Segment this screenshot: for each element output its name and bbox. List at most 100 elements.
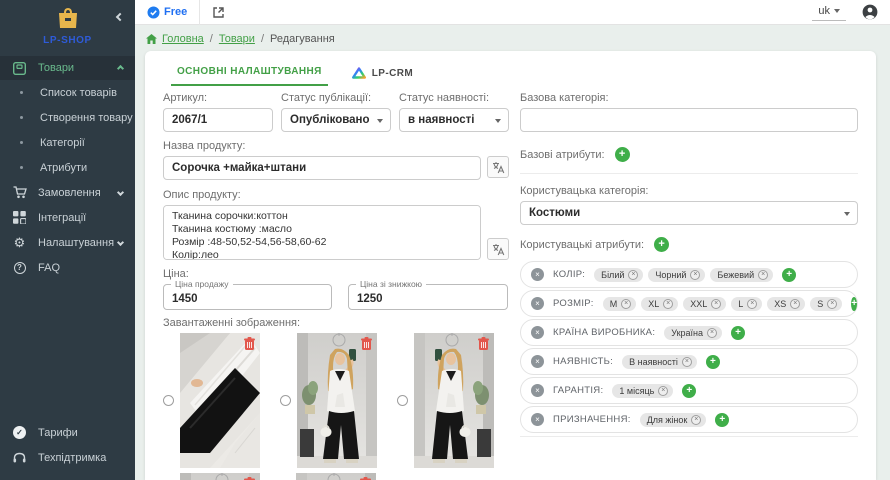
remove-attribute-button[interactable]: × <box>531 326 544 339</box>
translate-name-button[interactable] <box>487 156 509 178</box>
attribute-chip: Для жінок× <box>640 413 707 427</box>
add-value-button[interactable]: + <box>715 413 729 427</box>
sidebar-item-settings[interactable]: ⚙ Налаштування <box>0 230 135 255</box>
sidebar-item-attributes[interactable]: Атрибути <box>0 155 135 180</box>
person-icon <box>862 4 878 20</box>
plan-badge[interactable]: Free <box>147 6 187 19</box>
chip-remove-icon[interactable]: × <box>658 386 668 396</box>
attribute-row-availability: × НАЯВНІСТЬ: В наявності× + <box>520 348 858 375</box>
sidebar-item-product-list[interactable]: Список товарів <box>0 80 135 105</box>
main-image-radio[interactable] <box>280 395 291 406</box>
tab-lp-crm[interactable]: LP-CRM <box>346 62 419 86</box>
remove-attribute-button[interactable]: × <box>531 413 544 426</box>
sidebar-item-label: Категорії <box>40 137 85 149</box>
sidebar-item-categories[interactable]: Категорії <box>0 130 135 155</box>
price-section: Ціна: Ціна продажу Ціна зі знижкою <box>163 268 509 310</box>
breadcrumb-home-link[interactable]: Головна <box>162 33 204 45</box>
publish-status-select[interactable]: Опубліковано <box>281 108 391 132</box>
product-photo <box>180 333 260 468</box>
chip-remove-icon[interactable]: × <box>758 270 768 280</box>
product-name-input[interactable] <box>163 156 481 180</box>
attribute-name: РОЗМІР: <box>553 298 594 309</box>
attribute-chip: XL× <box>641 297 678 311</box>
images-section: Завантаженні зображення: <box>163 317 509 480</box>
translate-icon <box>492 243 505 256</box>
open-shop-button[interactable] <box>212 6 225 19</box>
chip-remove-icon[interactable]: × <box>790 299 800 309</box>
custom-attributes-row: Користувацькі атрибути: + <box>520 237 858 252</box>
sidebar-item-product-create[interactable]: Створення товару <box>0 105 135 130</box>
attribute-row-color: × КОЛІР: Білий× Чорний× Бежевий× + <box>520 261 858 288</box>
add-value-button[interactable]: + <box>851 297 857 311</box>
sidebar-item-label: Техпідтримка <box>38 452 123 464</box>
products-box-icon <box>12 62 27 75</box>
product-image-fullbody[interactable] <box>414 333 494 468</box>
chip-remove-icon[interactable]: × <box>682 357 692 367</box>
attribute-name: ГАРАНТІЯ: <box>553 385 603 396</box>
chevron-down-icon <box>377 119 383 123</box>
add-value-button[interactable]: + <box>706 355 720 369</box>
attribute-chip: XS× <box>767 297 805 311</box>
add-custom-attribute-button[interactable]: + <box>654 237 669 252</box>
description-textarea[interactable]: Тканина сорочки:коттон Тканина костюму :… <box>163 205 481 260</box>
remove-attribute-button[interactable]: × <box>531 297 544 310</box>
add-base-attribute-button[interactable]: + <box>615 147 630 162</box>
sku-field-group: Артикул: <box>163 92 273 132</box>
external-link-icon <box>212 6 225 19</box>
chip-remove-icon[interactable]: × <box>621 299 631 309</box>
sidebar-section-products[interactable]: Товари <box>0 56 135 80</box>
custom-category-group: Користувацька категорія: Костюми <box>520 185 858 225</box>
trash-icon <box>478 337 489 350</box>
remove-attribute-button[interactable]: × <box>531 355 544 368</box>
main-content: ОСНОВНІ НАЛАШТУВАННЯ LP-CRM Артикул: <box>135 51 890 480</box>
remove-attribute-button[interactable]: × <box>531 384 544 397</box>
user-avatar[interactable] <box>862 4 878 20</box>
attribute-row-country: × КРАЇНА ВИРОБНИКА: Україна× + <box>520 319 858 346</box>
product-image-partial[interactable] <box>180 473 260 480</box>
main-image-radio[interactable] <box>163 395 174 406</box>
chip-remove-icon[interactable]: × <box>711 299 721 309</box>
add-value-button[interactable]: + <box>682 384 696 398</box>
remove-attribute-button[interactable]: × <box>531 268 544 281</box>
chip-remove-icon[interactable]: × <box>690 270 700 280</box>
sidebar-item-label: Атрибути <box>40 162 87 174</box>
chip-remove-icon[interactable]: × <box>628 270 638 280</box>
topbar-right: uk <box>812 3 878 21</box>
stock-status-select[interactable]: в наявності <box>399 108 509 132</box>
description-label: Опис продукту: <box>163 189 509 201</box>
chip-remove-icon[interactable]: × <box>747 299 757 309</box>
sidebar-item-orders[interactable]: Замовлення <box>0 180 135 205</box>
product-image-fullbody[interactable] <box>297 333 377 468</box>
tab-main-settings[interactable]: ОСНОВНІ НАЛАШТУВАННЯ <box>171 61 328 86</box>
tab-label: LP-CRM <box>372 68 413 79</box>
sidebar-collapse-button[interactable] <box>115 7 125 17</box>
chip-remove-icon[interactable]: × <box>691 415 701 425</box>
sidebar-item-faq[interactable]: ? FAQ <box>0 255 135 280</box>
form-columns: Артикул: Статус публікації: Опубліковано… <box>163 92 858 480</box>
delete-image-button[interactable] <box>244 337 255 350</box>
add-value-button[interactable]: + <box>731 326 745 340</box>
base-category-input[interactable] <box>520 108 858 132</box>
chip-remove-icon[interactable]: × <box>663 299 673 309</box>
breadcrumb-products-link[interactable]: Товари <box>219 33 255 45</box>
add-value-button[interactable]: + <box>782 268 796 282</box>
sidebar-logo[interactable]: LP-SHOP <box>0 0 135 50</box>
product-image-closeup[interactable] <box>180 333 260 468</box>
chevron-left-icon <box>116 13 124 21</box>
gear-icon: ⚙ <box>12 236 27 249</box>
sku-input[interactable] <box>163 108 273 132</box>
delete-image-button[interactable] <box>361 337 372 350</box>
status-row: Артикул: Статус публікації: Опубліковано… <box>163 92 509 132</box>
main-image-radio[interactable] <box>397 395 408 406</box>
sidebar-item-support[interactable]: Техпідтримка <box>0 445 135 470</box>
sidebar-item-integrations[interactable]: Інтеграції <box>0 205 135 230</box>
sidebar-item-tariffs[interactable]: ✓ Тарифи <box>0 420 135 445</box>
custom-category-select[interactable]: Костюми <box>520 201 858 225</box>
product-image-partial[interactable] <box>296 473 376 480</box>
translate-description-button[interactable] <box>487 238 509 260</box>
chip-remove-icon[interactable]: × <box>827 299 837 309</box>
chip-remove-icon[interactable]: × <box>707 328 717 338</box>
sidebar-item-label: Інтеграції <box>38 212 123 224</box>
language-select[interactable]: uk <box>812 3 846 21</box>
delete-image-button[interactable] <box>478 337 489 350</box>
